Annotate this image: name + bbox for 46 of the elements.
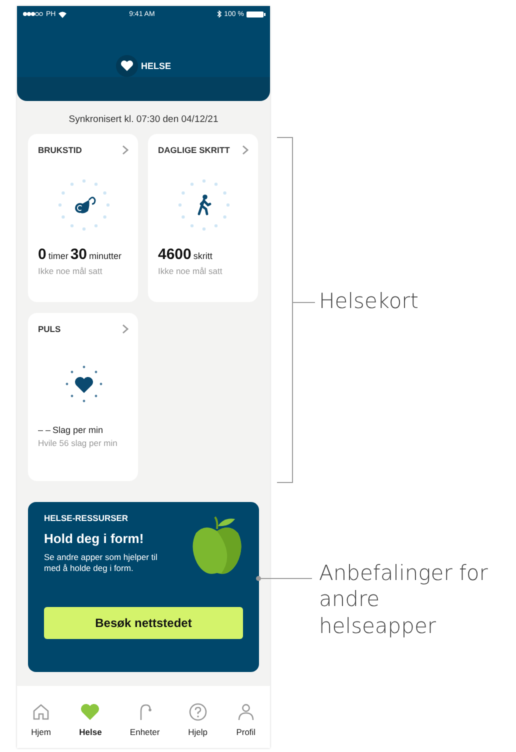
card-title: BRUKSTID xyxy=(38,145,82,155)
visit-website-button[interactable]: Besøk nettstedet xyxy=(44,607,243,639)
card-description: Se andre apper som hjelper til med å holde deg i form. xyxy=(44,552,158,574)
apple-icon xyxy=(191,515,243,577)
card-heading: Hold deg i form! xyxy=(44,531,145,546)
tab-item[interactable]: Hjem xyxy=(31,702,52,736)
reading-unit: – – xyxy=(38,425,51,435)
hearing-aid-icon xyxy=(56,178,110,232)
profile-icon xyxy=(236,702,256,722)
card-note: Hvile 56 slag per min xyxy=(38,438,118,449)
reading-unit: minutter xyxy=(89,251,122,261)
heart-icon xyxy=(80,702,100,722)
tab-item[interactable]: Profil xyxy=(236,702,256,736)
tab-item[interactable]: Enheter xyxy=(130,702,160,736)
card-title: PULS xyxy=(38,324,61,334)
reading-unit: skritt xyxy=(193,251,212,261)
callout-label: Helsekort xyxy=(319,288,419,314)
walking-person-icon xyxy=(176,178,230,232)
battery-icon xyxy=(246,10,266,18)
chevron-right-icon xyxy=(242,145,249,155)
reading-unit: timer xyxy=(48,251,68,261)
reading-value: 0 xyxy=(38,246,46,263)
health-card[interactable]: BRUKSTID 0 timer 30 minutter Ikke noe mål satt xyxy=(28,134,138,302)
wifi-icon xyxy=(58,10,67,18)
tab-item[interactable]: Helse xyxy=(79,702,102,736)
callout-label: Anbefalinger for andre helseapper xyxy=(319,560,489,639)
chevron-right-icon xyxy=(122,145,129,155)
header-title: HELSE xyxy=(140,61,171,71)
home-icon xyxy=(31,702,52,722)
leader-line xyxy=(293,302,315,303)
chevron-right-icon xyxy=(122,324,129,334)
leader-line xyxy=(258,578,312,579)
tab-item[interactable]: Hjelp xyxy=(188,702,208,736)
signal-icon xyxy=(22,11,44,17)
health-card[interactable]: PULS – – Slag per min Hvile 56 slag per min xyxy=(28,313,138,481)
card-note: Ikke noe mål satt xyxy=(158,266,224,277)
reading-unit: Slag per min xyxy=(52,425,104,435)
card-note: Ikke noe mål satt xyxy=(38,266,104,277)
reading-value: 30 xyxy=(70,246,88,263)
section-label: HELSE-RESSURSER xyxy=(44,513,130,523)
bluetooth-icon xyxy=(217,10,222,18)
reading-value: 4600 xyxy=(158,246,192,263)
help-icon xyxy=(188,702,208,722)
card-title: DAGLIGE SKRITT xyxy=(158,145,230,155)
sync-status-text: Synkronisert kl. 07:30 den 04/12/21 xyxy=(68,114,220,125)
health-card[interactable]: DAGLIGE SKRITT 4600 skritt Ikke noe mål satt xyxy=(148,134,258,302)
